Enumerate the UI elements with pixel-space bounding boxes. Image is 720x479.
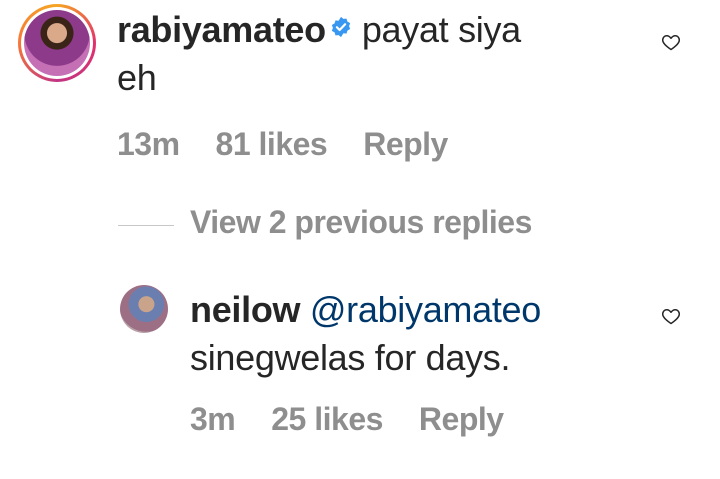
comment-avatar[interactable] <box>18 4 96 82</box>
reply-username[interactable]: neilow <box>190 289 301 330</box>
reply-text: sinegwelas for days. <box>190 337 511 378</box>
reply-timestamp: 3m <box>190 401 236 437</box>
reply-reply-button[interactable]: Reply <box>419 401 504 437</box>
reply-mention-link[interactable]: @rabiyamateo <box>310 289 541 330</box>
reply-text-block: neilow @rabiyamateo sinegwelas for days. <box>190 286 650 382</box>
reply-avatar[interactable] <box>120 285 168 333</box>
reply-likes[interactable]: 25 likes <box>271 401 383 437</box>
comment-meta: 13m 81 likes Reply <box>117 126 484 163</box>
comment-likes[interactable]: 81 likes <box>216 126 328 162</box>
heart-outline-icon[interactable] <box>661 32 681 52</box>
comment-username[interactable]: rabiyamateo <box>117 9 326 50</box>
comment-timestamp: 13m <box>117 126 180 162</box>
comment-reply-button[interactable]: Reply <box>363 126 448 162</box>
view-previous-replies-button[interactable]: View 2 previous replies <box>190 204 532 241</box>
comment-text-continued: eh <box>117 57 157 98</box>
comment-text: payat siya <box>361 9 521 50</box>
verified-badge-icon <box>331 16 350 38</box>
comment-text-block: rabiyamateo payat siya eh <box>117 6 637 102</box>
heart-outline-icon[interactable] <box>661 306 681 326</box>
reply-meta: 3m 25 likes Reply <box>190 401 540 438</box>
replies-divider <box>118 225 174 226</box>
